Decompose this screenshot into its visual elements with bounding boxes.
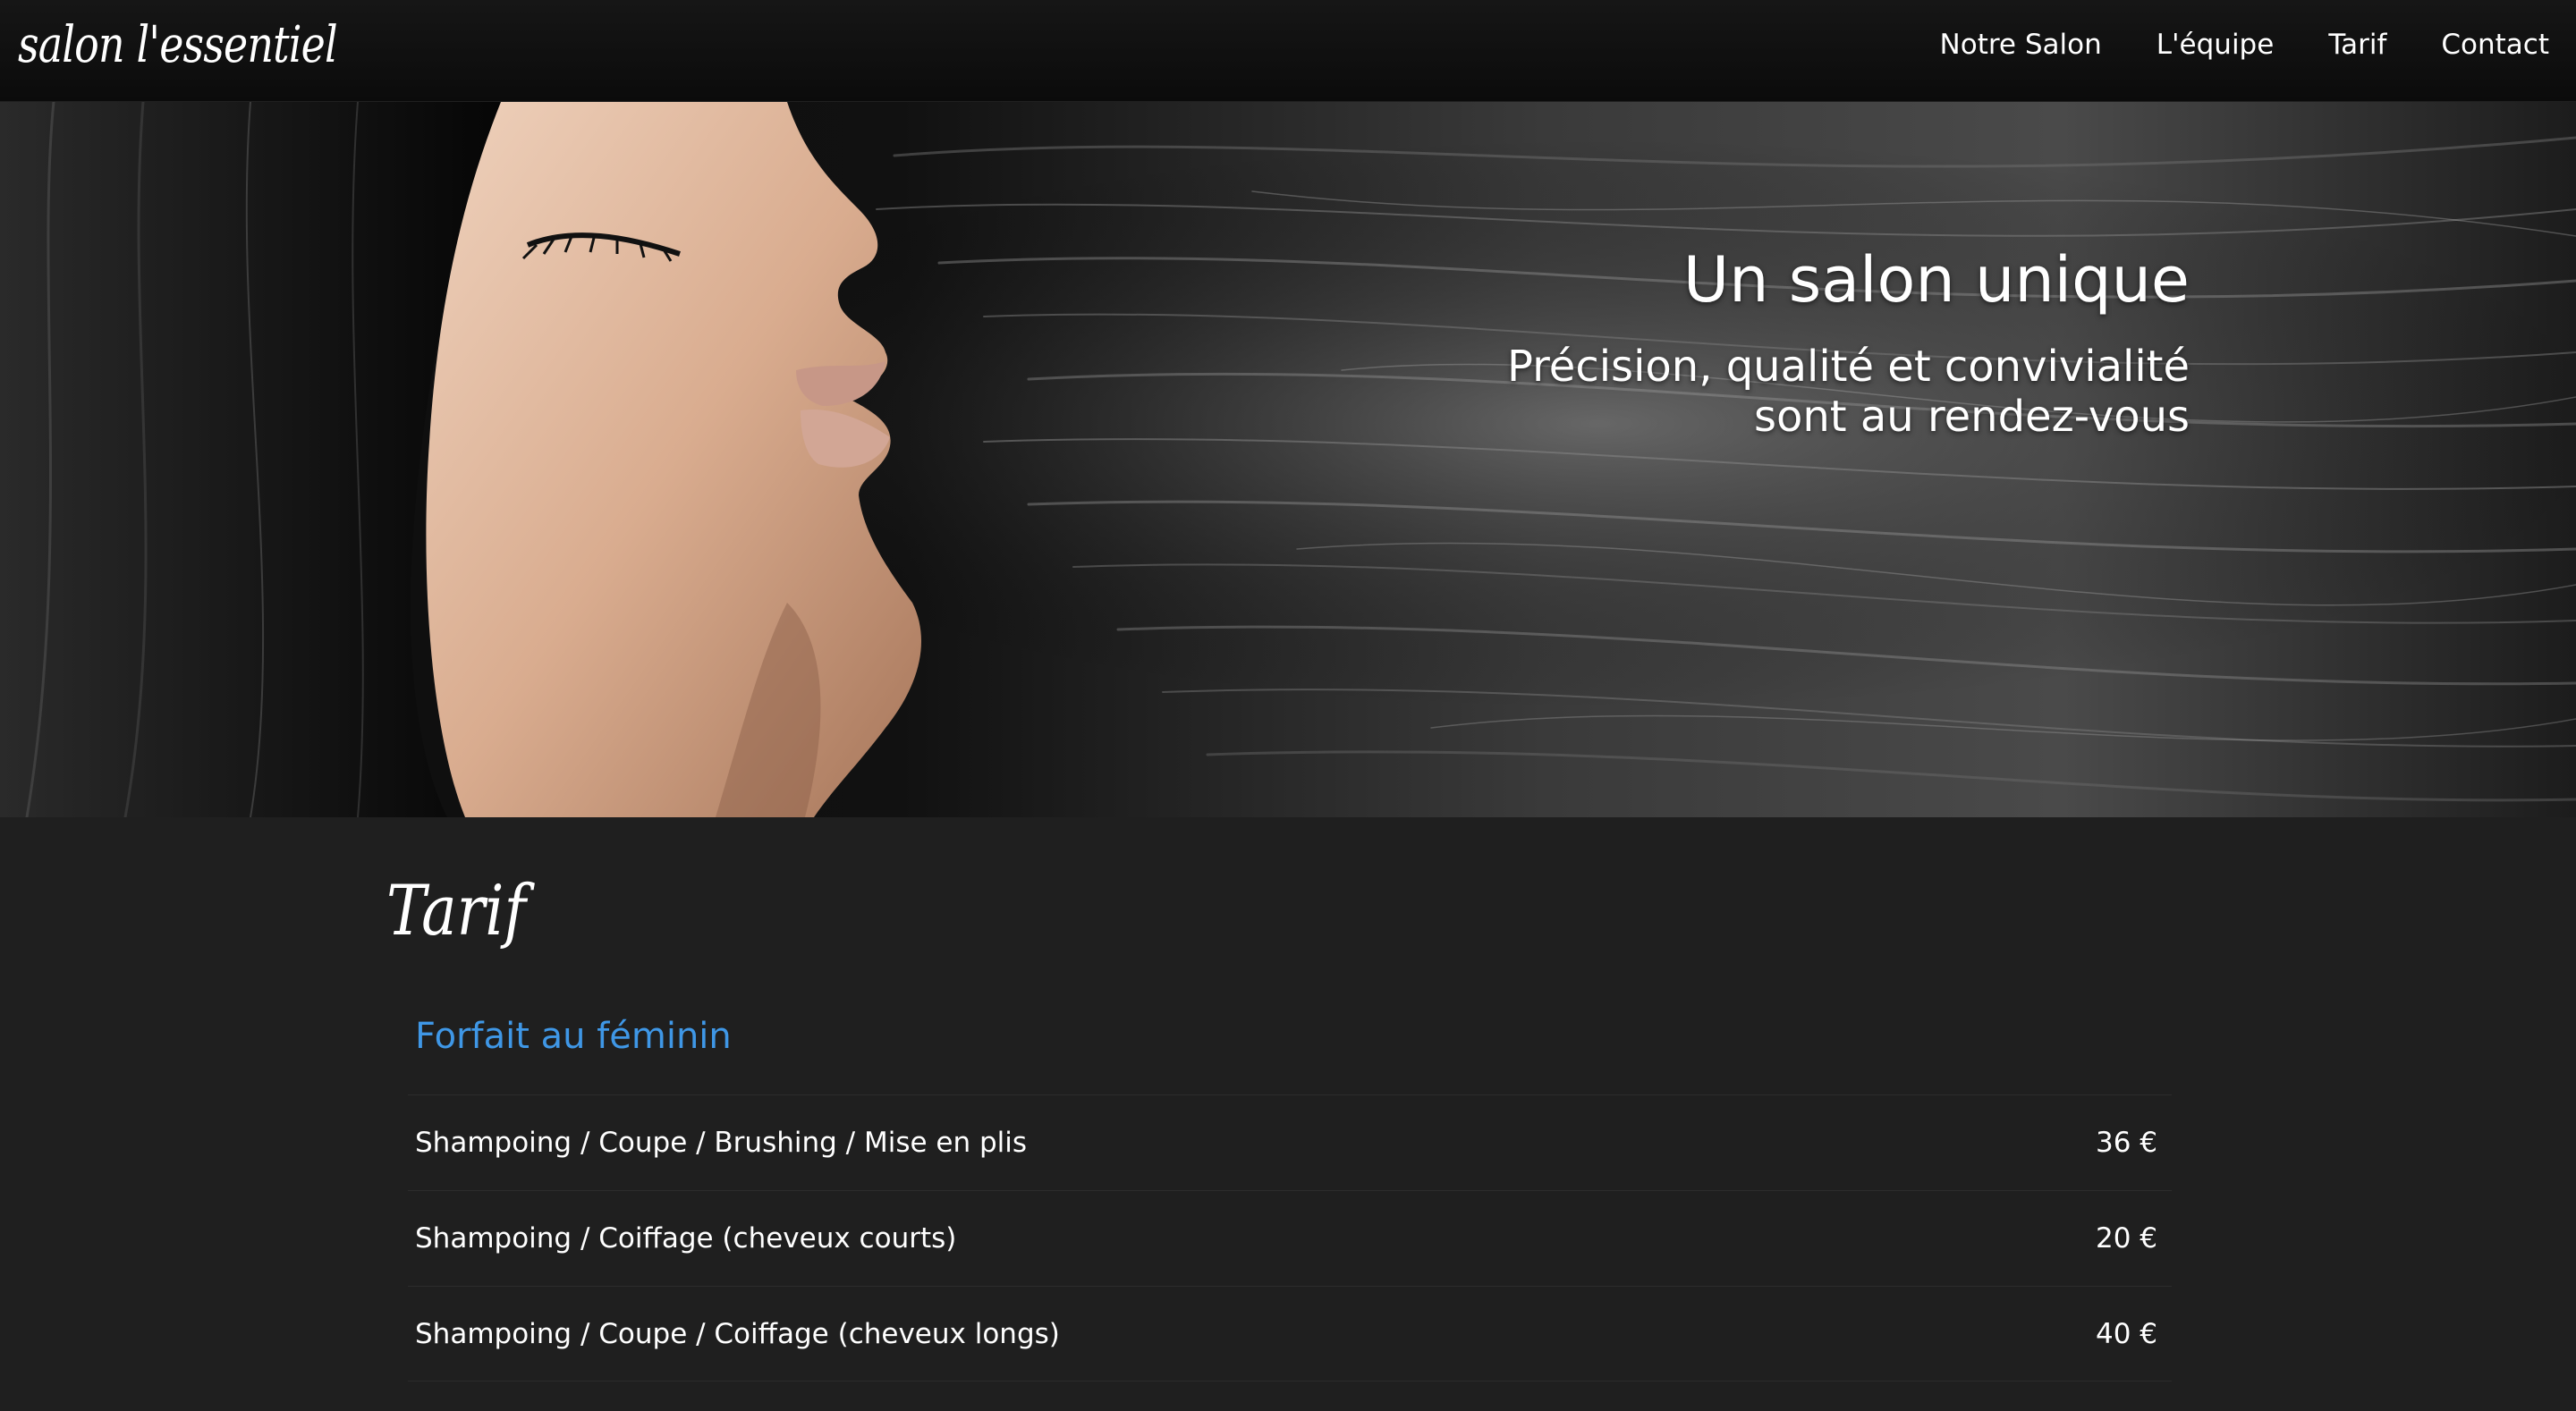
price-row: Shampoing / Coupe / Brushing / Mise en p…: [408, 1094, 2172, 1190]
service-name: Shampoing / Coupe / Coiffage (cheveux lo…: [415, 1317, 1060, 1350]
price-row: Shampoing / Coupe / Coiffage (cheveux lo…: [408, 1286, 2172, 1381]
service-price: 20 €: [2095, 1222, 2157, 1255]
hero-subtitle-line-2: sont au rendez-vous: [1753, 392, 2190, 442]
price-row: Shampoing / Coiffage (cheveux courts) 20…: [408, 1190, 2172, 1286]
service-name: Shampoing / Coiffage (cheveux courts): [415, 1222, 957, 1255]
hero-subtitle: Précision, qualité et convivialité sont …: [1507, 342, 2190, 442]
brand-logo[interactable]: salon l'essentiel: [18, 5, 338, 86]
main-nav: Notre Salon L'équipe Tarif Contact: [1885, 0, 2549, 89]
tarif-section: Tarif Forfait au féminin Shampoing / Cou…: [0, 817, 2576, 1411]
navbar: salon l'essentiel Notre Salon L'équipe T…: [0, 0, 2576, 102]
nav-link-tarif[interactable]: Tarif: [2328, 29, 2386, 61]
service-price: 36 €: [2095, 1127, 2157, 1159]
category-title: Forfait au féminin: [415, 1016, 732, 1057]
hero-image: [0, 102, 2576, 817]
nav-link-contact[interactable]: Contact: [2441, 29, 2549, 61]
service-price: 40 €: [2095, 1317, 2157, 1350]
hero-title: Un salon unique: [1682, 243, 2190, 317]
hero-subtitle-line-1: Précision, qualité et convivialité: [1507, 342, 2190, 392]
hero-banner: Un salon unique Précision, qualité et co…: [0, 102, 2576, 817]
section-title: Tarif: [386, 871, 527, 951]
nav-link-equipe[interactable]: L'équipe: [2157, 29, 2275, 61]
service-name: Shampoing / Coupe / Brushing / Mise en p…: [415, 1127, 1028, 1159]
price-list: Shampoing / Coupe / Brushing / Mise en p…: [408, 1094, 2172, 1381]
nav-link-notre-salon[interactable]: Notre Salon: [1940, 29, 2102, 61]
